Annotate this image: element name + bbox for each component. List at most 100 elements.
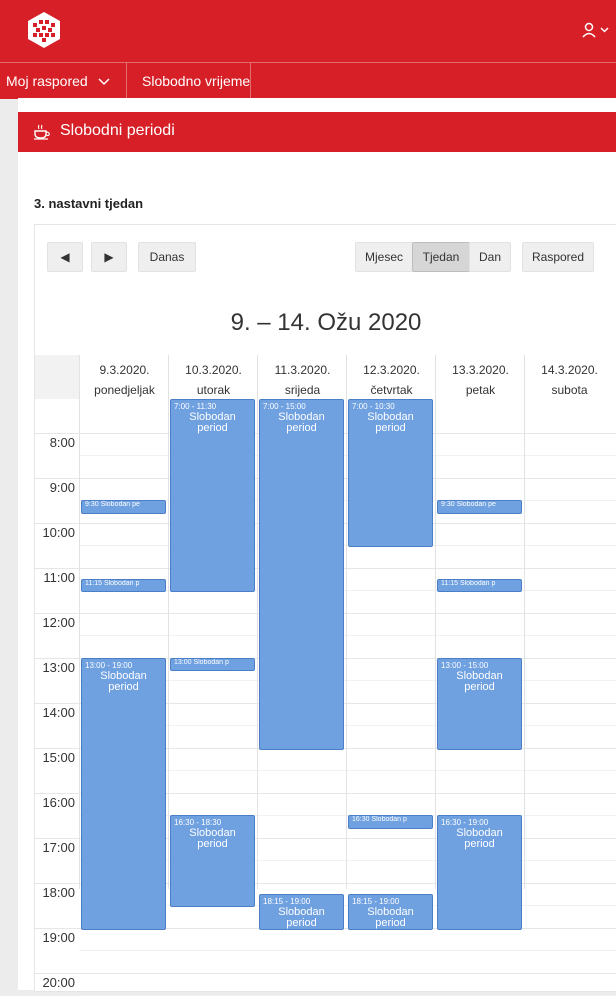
free-period-event[interactable]: 16:30 - 19:00 Slobodan period <box>437 815 522 930</box>
day-weekday: petak <box>465 383 496 397</box>
hour-line <box>35 972 616 974</box>
event-title: Slobodan period <box>278 411 325 434</box>
event-time: 18:15 - 19:00 <box>263 897 311 906</box>
user-menu[interactable] <box>582 22 610 43</box>
event-summary: 9:30 Slobodan pe <box>441 501 496 509</box>
event-time: 7:00 - 11:30 <box>174 402 217 411</box>
day-weekday: subota <box>551 383 588 397</box>
event-summary: 11:15 Slobodan p <box>441 580 496 587</box>
day-column[interactable] <box>524 399 614 889</box>
free-period-event[interactable]: 7:00 - 11:30 Slobodan period <box>170 399 255 593</box>
day-header[interactable]: 14.3.2020. subota <box>524 355 614 399</box>
time-label: 10:00 <box>42 524 75 540</box>
top-bar <box>0 0 616 62</box>
time-label: 14:00 <box>42 704 75 720</box>
event-time: 13:00 - 15:00 <box>441 660 489 670</box>
free-period-event[interactable]: 13:00 - 15:00 Slobodan period <box>437 657 522 750</box>
schedule-button[interactable]: Raspored <box>522 242 594 272</box>
event-summary: 9:30 Slobodan pe <box>85 501 140 509</box>
calendar-title: 9. – 14. Ožu 2020 <box>230 309 422 336</box>
time-label: 15:00 <box>42 749 75 765</box>
day-date: 13.3.2020. <box>452 363 509 377</box>
free-period-event[interactable]: 7:00 - 15:00 Slobodan period <box>259 399 344 750</box>
day-header[interactable]: 12.3.2020. četvrtak <box>346 355 436 399</box>
time-label: 17:00 <box>42 839 75 855</box>
nav-separator <box>126 63 127 99</box>
week-view-button[interactable]: Tjedan <box>412 242 470 272</box>
today-button[interactable]: Danas <box>138 242 196 272</box>
free-period-event[interactable]: 18:15 - 19:00 Slobodan period <box>259 894 344 930</box>
day-weekday: utorak <box>196 383 231 397</box>
free-period-event[interactable]: 16:30 - 18:30 Slobodan period <box>170 815 255 908</box>
free-period-event[interactable]: 11:15 Slobodan p <box>81 579 166 593</box>
time-label: 12:00 <box>42 614 75 630</box>
day-weekday: četvrtak <box>370 383 413 397</box>
day-view-button[interactable]: Dan <box>469 242 511 272</box>
week-grid: 8:00 9:00 10:00 11:00 12:00 13:00 14:00 15:00 16… <box>35 355 616 996</box>
event-title: Slobodan period <box>189 827 236 851</box>
time-gutter-header <box>35 355 79 399</box>
time-label: 8:00 <box>49 434 75 450</box>
day-header[interactable]: 10.3.2020. utorak <box>168 355 258 399</box>
half-hour-line <box>79 950 616 952</box>
day-date: 14.3.2020. <box>541 363 598 377</box>
calendar: ◀ ▶ Danas Mjesec Tjedan Dan Raspored 9. … <box>34 224 616 996</box>
user-icon <box>582 22 609 38</box>
time-label: 20:00 <box>42 974 75 990</box>
free-period-event[interactable]: 16:30 Slobodan p <box>348 815 433 829</box>
event-title: Slobodan period <box>367 906 414 929</box>
logo-icon[interactable] <box>24 10 64 50</box>
day-date: 11.3.2020. <box>274 363 331 377</box>
time-label: 9:00 <box>49 479 75 495</box>
event-time: 16:30 - 19:00 <box>441 818 489 828</box>
event-summary: 11:15 Slobodan p <box>85 580 140 587</box>
week-label: 3. nastavni tjedan <box>34 196 144 211</box>
free-period-event[interactable]: 11:15 Slobodan p <box>437 579 522 593</box>
event-title: Slobodan period <box>367 411 414 434</box>
time-label: 11:00 <box>43 569 75 585</box>
chevron-down-icon <box>98 78 110 86</box>
event-summary: 13:00 Slobodan p <box>174 658 229 666</box>
nav-free-time[interactable]: Slobodno vrijeme <box>142 63 250 99</box>
free-period-event[interactable]: 7:00 - 10:30 Slobodan period <box>348 399 433 548</box>
free-period-event[interactable]: 13:00 Slobodan p <box>170 657 255 671</box>
event-title: Slobodan period <box>189 411 236 434</box>
event-time: 7:00 - 15:00 <box>263 402 306 411</box>
event-time: 13:00 - 19:00 <box>85 660 133 670</box>
day-weekday: ponedjeljak <box>94 383 155 397</box>
next-button[interactable]: ▶ <box>91 242 127 272</box>
day-header[interactable]: 11.3.2020. srijeda <box>257 355 347 399</box>
time-label: 19:00 <box>42 929 75 945</box>
event-time: 18:15 - 19:00 <box>352 897 400 906</box>
prev-button[interactable]: ◀ <box>47 242 83 272</box>
coffee-cup-icon <box>34 124 50 140</box>
event-title: Slobodan period <box>456 827 503 851</box>
day-weekday: srijeda <box>284 383 321 397</box>
nav-separator <box>250 63 251 99</box>
month-view-button[interactable]: Mjesec <box>355 242 413 272</box>
content-panel: Slobodni periodi 3. nastavni tjedan ◀ ▶ … <box>18 98 616 996</box>
free-period-event[interactable]: 18:15 - 19:00 Slobodan period <box>348 894 433 930</box>
day-date: 10.3.2020. <box>185 363 242 377</box>
panel-title: Slobodni periodi <box>60 122 175 139</box>
day-date: 9.3.2020. <box>99 363 150 377</box>
day-date: 12.3.2020. <box>363 363 420 377</box>
main-nav: Moj raspored Slobodno vrijeme <box>0 62 616 99</box>
event-time: 16:30 - 18:30 <box>174 818 222 828</box>
event-summary: 16:30 Slobodan p <box>352 816 407 824</box>
free-period-event[interactable]: 9:30 Slobodan pe <box>81 500 166 514</box>
time-label: 18:00 <box>42 884 75 900</box>
event-title: Slobodan period <box>100 669 147 693</box>
day-header[interactable]: 9.3.2020. ponedjeljak <box>79 355 169 399</box>
event-title: Slobodan period <box>278 906 325 929</box>
panel-header: Slobodni periodi <box>18 112 616 152</box>
free-period-event[interactable]: 9:30 Slobodan pe <box>437 500 522 514</box>
event-title: Slobodan period <box>456 669 503 693</box>
nav-my-schedule-label: Moj raspored <box>6 73 88 89</box>
day-header[interactable]: 13.3.2020. petak <box>435 355 525 399</box>
free-period-event[interactable]: 13:00 - 19:00 Slobodan period <box>81 657 166 930</box>
time-label: 13:00 <box>42 659 75 675</box>
time-label: 16:00 <box>42 794 75 810</box>
nav-my-schedule[interactable]: Moj raspored <box>6 63 110 99</box>
event-time: 7:00 - 10:30 <box>352 402 395 411</box>
